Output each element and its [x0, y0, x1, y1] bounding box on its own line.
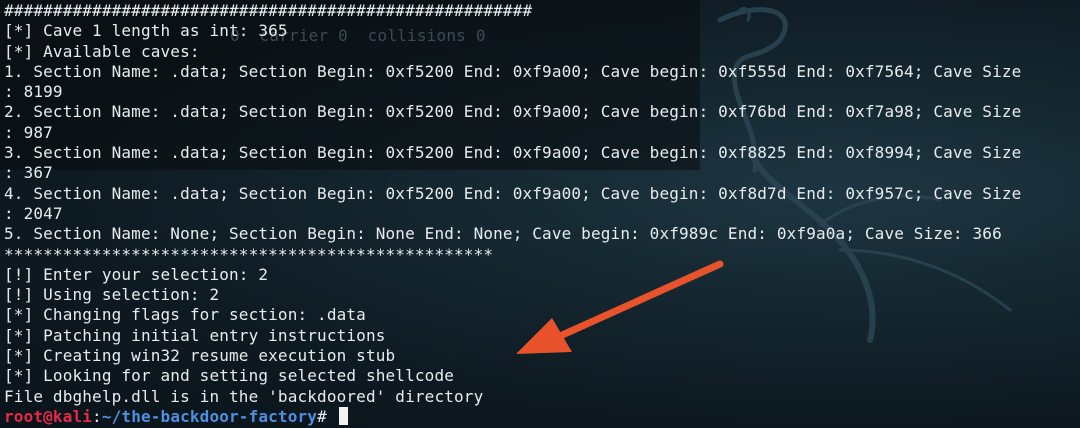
terminal-line: ****************************************…	[4, 244, 494, 264]
terminal-line: : 2047	[4, 203, 63, 223]
terminal-line: File dbghelp.dll is in the 'backdoored' …	[4, 386, 484, 406]
prompt-colon: :	[92, 406, 102, 426]
terminal-line: : 367	[4, 163, 53, 183]
terminal-line: [!] Using selection: 2	[4, 285, 220, 305]
terminal-line: 4. Section Name: .data; Section Begin: 0…	[4, 183, 1022, 203]
terminal-line: ########################################…	[4, 1, 533, 20]
terminal-line: [*] Cave 1 length as int: 365	[4, 21, 288, 41]
terminal-line: 2. Section Name: .data; Section Begin: 0…	[4, 102, 1022, 122]
terminal-line: [*] Creating win32 resume execution stub	[4, 346, 396, 366]
terminal-line: [!] Enter your selection: 2	[4, 264, 269, 284]
terminal-cursor[interactable]	[338, 406, 348, 425]
terminal-line: : 987	[4, 122, 53, 142]
prompt-symbol: #	[317, 406, 337, 426]
terminal-line: : 8199	[4, 82, 63, 102]
terminal-line: 5. Section Name: None; Section Begin: No…	[4, 224, 1002, 244]
terminal-line: [*] Patching initial entry instructions	[4, 325, 386, 345]
terminal-output[interactable]: ########################################…	[4, 1, 1080, 427]
terminal-line: 1. Section Name: .data; Section Begin: 0…	[4, 61, 1022, 81]
terminal-line: [*] Available caves:	[4, 41, 200, 61]
shell-prompt[interactable]: root@kali:~/the-backdoor-factory#	[4, 406, 1080, 427]
prompt-user-host: root@kali	[4, 406, 93, 426]
terminal-line: 3. Section Name: .data; Section Begin: 0…	[4, 143, 1022, 163]
terminal-line: [*] Looking for and setting selected she…	[4, 366, 455, 386]
terminal-line: [*] Changing flags for section: .data	[4, 305, 366, 325]
prompt-path: ~/the-backdoor-factory	[101, 406, 318, 426]
